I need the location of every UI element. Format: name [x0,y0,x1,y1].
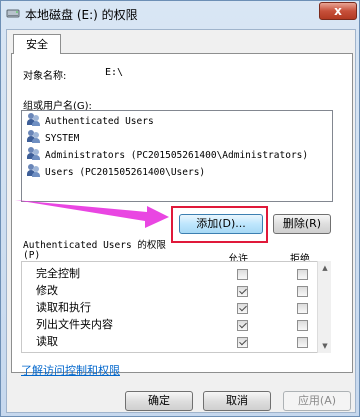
user-name: SYSTEM [45,133,80,144]
permissions-list[interactable]: 完全控制 修改 读取和执行 列出文件夹内容 读取 [21,261,331,353]
permission-name: 列出文件夹内容 [36,318,113,331]
permission-row: 修改 [22,283,318,299]
allow-checkbox[interactable] [237,269,248,280]
deny-checkbox[interactable] [297,337,308,348]
user-group-icon [27,164,41,177]
permissions-header: Authenticated Users 的权限 [23,240,166,251]
user-name: Administrators (PC201505261400\Administr… [45,150,309,161]
user-name: Authenticated Users [45,116,154,127]
permissions-header-key: (P) [23,250,41,261]
permission-name: 完全控制 [36,267,80,280]
permissions-dialog: 本地磁盘 (E:) 的权限 x 安全 对象名称: E:\ 组或用户名(G): A… [0,0,360,417]
allow-checkbox[interactable] [237,320,248,331]
scroll-up-icon[interactable]: ▲ [320,263,330,273]
permission-name: 读取 [36,335,58,348]
add-button-highlight [171,206,268,243]
deny-checkbox[interactable] [297,269,308,280]
user-group-icon [27,147,41,160]
user-name: Users (PC201505261400\Users) [45,167,206,178]
close-button[interactable]: x [319,2,357,20]
drive-icon [6,9,20,18]
permissions-scrollbar[interactable]: ▲ ▼ [317,261,331,353]
list-item[interactable]: Users (PC201505261400\Users) [27,164,205,180]
allow-checkbox[interactable] [237,337,248,348]
deny-checkbox[interactable] [297,320,308,331]
object-name-value: E:\ [105,67,124,78]
cancel-button[interactable]: 取消 [203,391,271,411]
deny-checkbox[interactable] [297,303,308,314]
permission-row: 列出文件夹内容 [22,317,318,333]
permission-name: 修改 [36,284,58,297]
user-group-icon [27,113,41,126]
title-bar[interactable]: 本地磁盘 (E:) 的权限 x [1,1,359,27]
tab-security[interactable]: 安全 [13,34,61,54]
permission-row: 读取 [22,334,318,350]
group-users-list[interactable]: Authenticated Users SYSTEM Administrator… [21,110,333,202]
object-name-label: 对象名称: [23,71,67,82]
remove-button[interactable]: 删除(R) [273,214,331,234]
list-item[interactable]: Authenticated Users [27,113,154,129]
apply-button[interactable]: 应用(A) [283,391,351,411]
ok-button[interactable]: 确定 [125,391,193,411]
window-title: 本地磁盘 (E:) 的权限 [25,8,138,22]
permission-row: 完全控制 [22,266,318,282]
list-item[interactable]: Administrators (PC201505261400\Administr… [27,147,308,163]
allow-checkbox[interactable] [237,286,248,297]
permission-row: 读取和执行 [22,300,318,316]
deny-checkbox[interactable] [297,286,308,297]
learn-access-control-link[interactable]: 了解访问控制和权限 [21,362,120,378]
scroll-down-icon[interactable]: ▼ [320,341,330,351]
list-item[interactable]: SYSTEM [27,130,79,146]
permission-name: 读取和执行 [36,301,91,314]
user-group-icon [27,130,41,143]
allow-checkbox[interactable] [237,303,248,314]
